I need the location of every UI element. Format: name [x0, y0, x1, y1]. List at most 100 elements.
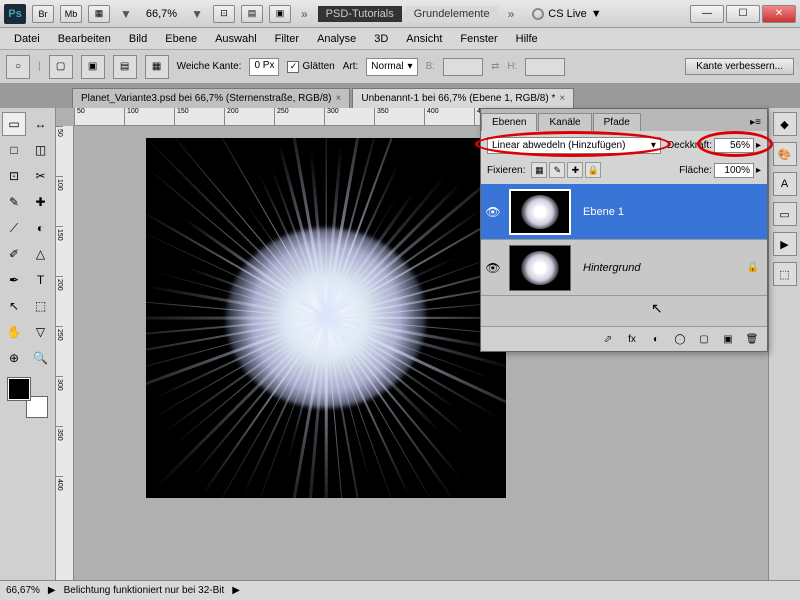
layer-action-icon[interactable]: ◐	[647, 331, 665, 347]
style-select[interactable]: Normal ▾	[366, 58, 417, 76]
tool-button[interactable]: △	[29, 242, 53, 266]
tool-button[interactable]: ◐	[29, 216, 53, 240]
status-arrow-icon[interactable]: ▶	[232, 585, 240, 596]
selection-new-icon[interactable]: ▢	[49, 55, 73, 79]
antialias-checkbox[interactable]: ✓ Glätten	[287, 61, 334, 73]
fill-arrow-icon[interactable]: ▸	[756, 165, 761, 176]
panel-menu-icon[interactable]: ▸≡	[744, 114, 767, 131]
panel-icon[interactable]: ⬚	[773, 262, 797, 286]
refine-edge-button[interactable]: Kante verbessern...	[685, 58, 794, 75]
tool-button[interactable]: ⊡	[2, 164, 26, 188]
menu-file[interactable]: Datei	[6, 31, 48, 47]
tab-channels[interactable]: Kanäle	[538, 113, 591, 131]
layer-name[interactable]: Ebene 1	[575, 206, 767, 218]
tool-button[interactable]: ✋	[2, 320, 26, 344]
layer-action-icon[interactable]: ▢	[695, 331, 713, 347]
layer-name[interactable]: Hintergrund	[575, 262, 747, 274]
zoom-display[interactable]: 66,7%	[142, 8, 181, 20]
close-icon[interactable]: ×	[559, 93, 565, 104]
opacity-input[interactable]: 56%	[714, 138, 754, 153]
lock-all-icon[interactable]: 🔒	[585, 162, 601, 178]
lock-transparent-icon[interactable]: ▦	[531, 162, 547, 178]
color-swatches[interactable]	[8, 378, 48, 418]
mb-button[interactable]: Mb	[60, 5, 82, 23]
tool-button[interactable]: ▭	[2, 112, 26, 136]
menu-layer[interactable]: Ebene	[157, 31, 205, 47]
menu-select[interactable]: Auswahl	[207, 31, 265, 47]
feather-input[interactable]: 0 Px	[249, 58, 279, 76]
tab-layers[interactable]: Ebenen	[481, 113, 537, 131]
tool-button[interactable]: □	[2, 138, 26, 162]
tool-button[interactable]: ✚	[29, 190, 53, 214]
tool-button[interactable]: ▽	[29, 320, 53, 344]
bridge-button[interactable]: Br	[32, 5, 54, 23]
tool-button[interactable]: 🔍	[29, 346, 53, 370]
title-group: PSD-Tutorials Grundelemente	[318, 6, 498, 22]
tool-button[interactable]: ✎	[2, 190, 26, 214]
tool-button[interactable]: ⊕	[2, 346, 26, 370]
layer-action-icon[interactable]: ▣	[719, 331, 737, 347]
arrange-icon[interactable]: ▤	[241, 5, 263, 23]
selection-sub-icon[interactable]: ▤	[113, 55, 137, 79]
panel-icon[interactable]: A	[773, 172, 797, 196]
tool-button[interactable]: ⟋	[2, 216, 26, 240]
blend-mode-select[interactable]: Linear abwedeln (Hinzufügen) ▾	[487, 137, 661, 154]
tool-button[interactable]: ◫	[29, 138, 53, 162]
menu-3d[interactable]: 3D	[366, 31, 396, 47]
maximize-button[interactable]: ☐	[726, 5, 760, 23]
tool-button[interactable]: ↖	[2, 294, 26, 318]
screen-icon[interactable]: ▣	[269, 5, 291, 23]
document-tab[interactable]: Unbenannt-1 bei 66,7% (Ebene 1, RGB/8) *…	[352, 88, 574, 108]
tool-button[interactable]: T	[29, 268, 53, 292]
layer-action-icon[interactable]: ◯	[671, 331, 689, 347]
panel-icon[interactable]: ▭	[773, 202, 797, 226]
tool-button[interactable]: ↔	[29, 112, 53, 136]
layer-row[interactable]: 👁 Ebene 1	[481, 184, 767, 240]
document-canvas[interactable]	[146, 138, 506, 498]
menu-window[interactable]: Fenster	[452, 31, 505, 47]
panel-icon[interactable]: ▶	[773, 232, 797, 256]
tool-button[interactable]: ✒	[2, 268, 26, 292]
close-button[interactable]: ✕	[762, 5, 796, 23]
hand-tool-icon[interactable]: ⊡	[213, 5, 235, 23]
visibility-icon[interactable]: 👁	[481, 205, 505, 219]
menu-help[interactable]: Hilfe	[508, 31, 546, 47]
tool-swatch[interactable]: ▦	[88, 5, 110, 23]
visibility-icon[interactable]: 👁	[481, 261, 505, 275]
layer-thumbnail[interactable]	[509, 189, 571, 235]
menu-edit[interactable]: Bearbeiten	[50, 31, 119, 47]
tool-button[interactable]: ✐	[2, 242, 26, 266]
expand-arrows-icon[interactable]: »	[297, 7, 312, 21]
toolbox: ▭↔□◫⊡✂✎✚⟋◐✐△✒T↖⬚✋▽⊕🔍	[0, 108, 56, 580]
fill-input[interactable]: 100%	[714, 163, 754, 178]
close-icon[interactable]: ×	[336, 93, 342, 104]
tool-button[interactable]: ⬚	[29, 294, 53, 318]
lock-pixels-icon[interactable]: ✎	[549, 162, 565, 178]
panel-icon[interactable]: 🎨	[773, 142, 797, 166]
selection-add-icon[interactable]: ▣	[81, 55, 105, 79]
layer-thumbnail[interactable]	[509, 245, 571, 291]
expand-arrows-icon[interactable]: »	[504, 7, 519, 21]
tab-paths[interactable]: Pfade	[593, 113, 641, 131]
menu-view[interactable]: Ansicht	[398, 31, 450, 47]
minimize-button[interactable]: —	[690, 5, 724, 23]
selection-intersect-icon[interactable]: ▦	[145, 55, 169, 79]
marquee-tool-icon[interactable]: ○	[6, 55, 30, 79]
app-icon: Ps	[4, 4, 26, 24]
fg-color-swatch[interactable]	[8, 378, 30, 400]
layer-action-icon[interactable]: fx	[623, 331, 641, 347]
opacity-arrow-icon[interactable]: ▸	[756, 140, 761, 151]
menu-analysis[interactable]: Analyse	[309, 31, 364, 47]
layer-action-icon[interactable]: ⬀	[599, 331, 617, 347]
panel-icon[interactable]: ◆	[773, 112, 797, 136]
status-arrow-icon[interactable]: ▶	[48, 585, 56, 596]
menu-image[interactable]: Bild	[121, 31, 155, 47]
tool-button[interactable]: ✂	[29, 164, 53, 188]
menu-filter[interactable]: Filter	[267, 31, 307, 47]
status-zoom[interactable]: 66,67%	[6, 585, 40, 596]
layer-action-icon[interactable]: 🗑	[743, 331, 761, 347]
lock-position-icon[interactable]: ✚	[567, 162, 583, 178]
layer-row[interactable]: 👁 Hintergrund 🔒	[481, 240, 767, 296]
document-tab[interactable]: Planet_Variante3.psd bei 66,7% (Sternens…	[72, 88, 350, 108]
cslive-button[interactable]: CS Live ▼	[532, 8, 601, 20]
